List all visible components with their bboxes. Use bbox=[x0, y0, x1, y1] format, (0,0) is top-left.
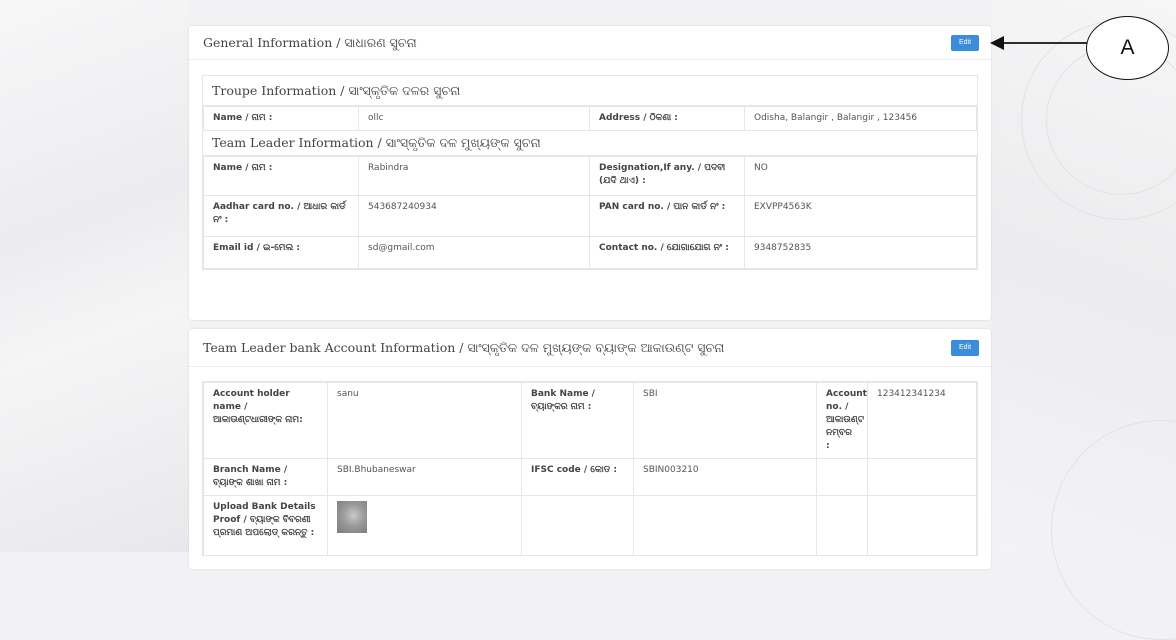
ifsc-label: IFSC code / କୋଡ : bbox=[521, 458, 634, 496]
account-number-value: 123412341234 bbox=[867, 382, 977, 459]
troupe-address-label: Address / ଠିକଣା : bbox=[589, 106, 745, 131]
troupe-address-value: Odisha, Balangir , Balangir , 123456 bbox=[744, 106, 977, 131]
contact-label: Contact no. / ଯୋଗାଯୋଗ ନଂ : bbox=[589, 236, 745, 269]
email-value: sd@gmail.com bbox=[358, 236, 590, 269]
designation-label: Designation,If any. / ପଦବୀ (ଯଦି ଥାଏ) : bbox=[589, 156, 745, 196]
team-leader-information-heading: Team Leader Information / ସାଂସ୍କୃତିକ ଦଳ … bbox=[203, 131, 977, 156]
leader-name-label: Name / ନାମ : bbox=[203, 156, 359, 196]
account-holder-label: Account holder name / ଆକାଉଣ୍ଟଧାରୀଙ୍କ ନାମ… bbox=[203, 382, 328, 459]
table-row: Branch Name / ବ୍ୟାଙ୍କ ଶାଖା ନାମ : SBI.Bhu… bbox=[203, 458, 977, 496]
general-information-panel: Troupe Information / ସାଂସ୍କୃତିକ ଦଳର ସୁଚନ… bbox=[202, 75, 978, 270]
background-left-decoration bbox=[0, 0, 190, 552]
table-row: Account holder name / ଆକାଉଣ୍ଟଧାରୀଙ୍କ ନାମ… bbox=[203, 382, 977, 459]
upload-proof-cell bbox=[327, 495, 522, 556]
table-row: Email id / ଇ-ମେଲ : sd@gmail.com Contact … bbox=[203, 236, 977, 269]
branch-name-label: Branch Name / ବ୍ୟାଙ୍କ ଶାଖା ନାମ : bbox=[203, 458, 328, 496]
annotation-arrow-icon bbox=[990, 36, 1088, 50]
table-row: Name / ନାମ : ollc Address / ଠିକଣା : Odis… bbox=[203, 106, 977, 131]
table-row: Name / ନାମ : Rabindra Designation,If any… bbox=[203, 156, 977, 196]
leader-name-value: Rabindra bbox=[358, 156, 590, 196]
branch-name-value: SBI.Bhubaneswar bbox=[327, 458, 522, 496]
ifsc-value: SBIN003210 bbox=[633, 458, 817, 496]
aadhar-label: Aadhar card no. / ଆଧାର କାର୍ଡ ନଂ : bbox=[203, 195, 359, 237]
troupe-information-heading: Troupe Information / ସାଂସ୍କୃତିକ ଦଳର ସୁଚନ… bbox=[203, 76, 977, 106]
account-holder-value: sanu bbox=[327, 382, 522, 459]
upload-proof-label: Upload Bank Details Proof / ବ୍ୟାଙ୍କ ବିବର… bbox=[203, 495, 328, 556]
account-number-label: Account no. / ଆକାଉଣ୍ଟ ନମ୍ବର : bbox=[816, 382, 868, 459]
background-right-decoration bbox=[991, 0, 1176, 640]
bank-proof-thumbnail[interactable] bbox=[337, 501, 367, 533]
bank-account-title: Team Leader bank Account Information / ସ… bbox=[203, 339, 725, 355]
general-information-header: General Information / ସାଧାରଣ ସୁଚନା Edit bbox=[189, 26, 991, 60]
general-information-title: General Information / ସାଧାରଣ ସୁଚନା bbox=[203, 34, 417, 50]
bank-name-value: SBI bbox=[633, 382, 817, 459]
general-information-card: General Information / ସାଧାରଣ ସୁଚନା Edit … bbox=[189, 26, 991, 320]
bank-account-table: Account holder name / ଆକାଉଣ୍ଟଧାରୀଙ୍କ ନାମ… bbox=[203, 382, 977, 556]
table-row: Upload Bank Details Proof / ବ୍ୟାଙ୍କ ବିବର… bbox=[203, 495, 977, 556]
aadhar-value: 543687240934 bbox=[358, 195, 590, 237]
table-row: Aadhar card no. / ଆଧାର କାର୍ଡ ନଂ : 543687… bbox=[203, 195, 977, 237]
bank-account-header: Team Leader bank Account Information / ସ… bbox=[189, 329, 991, 367]
general-edit-button[interactable]: Edit bbox=[951, 34, 979, 51]
annotation-label: A bbox=[1086, 16, 1169, 80]
bank-account-panel: Account holder name / ଆକାଉଣ୍ଟଧାରୀଙ୍କ ନାମ… bbox=[202, 381, 978, 556]
bank-name-label: Bank Name / ବ୍ୟାଙ୍କର ନାମ : bbox=[521, 382, 634, 459]
team-leader-information-table: Name / ନାମ : Rabindra Designation,If any… bbox=[203, 156, 977, 269]
bank-account-card: Team Leader bank Account Information / ସ… bbox=[189, 329, 991, 569]
troupe-information-table: Name / ନାମ : ollc Address / ଠିକଣା : Odis… bbox=[203, 106, 977, 131]
pan-value: EXVPP4563K bbox=[744, 195, 977, 237]
bank-edit-button[interactable]: Edit bbox=[951, 339, 979, 356]
email-label: Email id / ଇ-ମେଲ : bbox=[203, 236, 359, 269]
designation-value: NO bbox=[744, 156, 977, 196]
pan-label: PAN card no. / ପାନ କାର୍ଡ ନଂ : bbox=[589, 195, 745, 237]
troupe-name-label: Name / ନାମ : bbox=[203, 106, 359, 131]
contact-value: 9348752835 bbox=[744, 236, 977, 269]
troupe-name-value: ollc bbox=[358, 106, 590, 131]
